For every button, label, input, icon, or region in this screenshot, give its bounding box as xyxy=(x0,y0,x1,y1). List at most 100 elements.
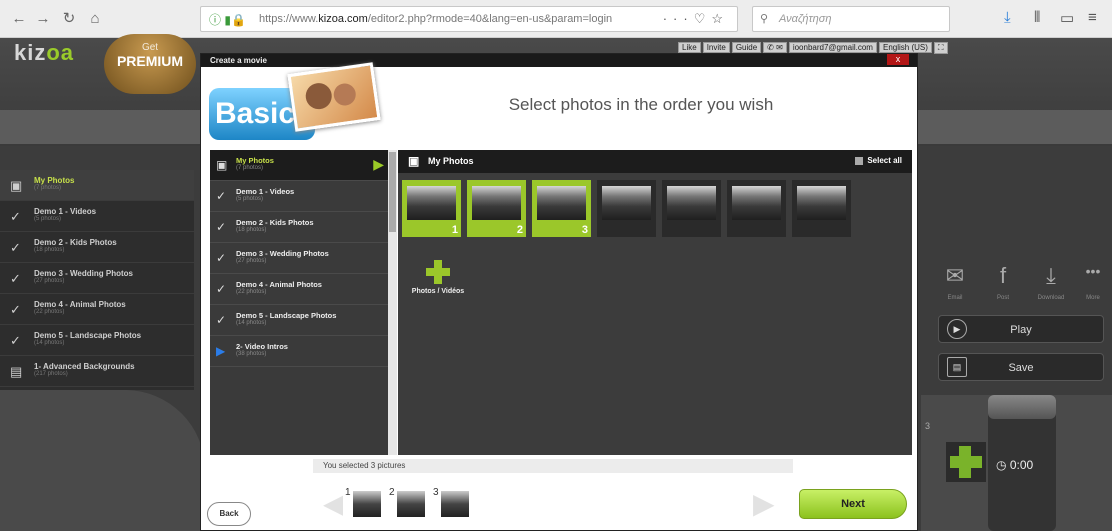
folder-title: Demo 3 - Wedding Photos xyxy=(236,249,329,258)
bg-item-title: My Photos xyxy=(34,176,75,185)
add-photos-button[interactable]: Photos / Vidéos xyxy=(398,260,478,295)
photo-thumbnail[interactable]: 1 xyxy=(402,180,461,237)
logo-text-a: kiz xyxy=(14,40,47,65)
chevron-left-icon[interactable]: ◀ xyxy=(323,489,345,519)
checkbox-icon xyxy=(855,156,864,165)
folder-item[interactable]: ✓ Demo 3 - Wedding Photos (27 photos) xyxy=(210,243,388,274)
bg-item-title: Demo 2 - Kids Photos xyxy=(34,238,117,247)
folder-count: (27 photos) xyxy=(236,258,267,264)
account-email[interactable]: ioonbard7@gmail.com xyxy=(788,42,877,53)
folder-title: Demo 1 - Videos xyxy=(236,187,295,196)
folder-count: (14 photos) xyxy=(236,320,267,326)
photo-thumbnail[interactable]: 3 xyxy=(532,180,591,237)
bg-item-count: (217 photos) xyxy=(34,371,68,377)
url-domain: kizoa.com xyxy=(318,13,368,25)
library-icon[interactable]: ⫴ xyxy=(1034,9,1040,26)
folder-item[interactable]: ✓ Demo 2 - Kids Photos (18 photos) xyxy=(210,212,388,243)
search-input[interactable]: ⚲ Αναζήτηση xyxy=(752,6,950,32)
invite-button[interactable]: Invite xyxy=(702,42,730,53)
folder-item[interactable]: ✓ Demo 4 - Animal Photos (22 photos) xyxy=(210,274,388,305)
folder-item[interactable]: ▶ 2- Video Intros (38 photos) xyxy=(210,336,388,367)
logo-text-b: oa xyxy=(46,40,75,65)
checkmark-icon: ✓ xyxy=(216,251,227,265)
back-button[interactable]: Back xyxy=(207,502,251,526)
photo-order-number: 2 xyxy=(516,224,523,236)
download-icon[interactable]: ⤓ xyxy=(1004,9,1011,26)
photo-thumbnail[interactable]: 2 xyxy=(467,180,526,237)
add-slide-button[interactable] xyxy=(946,442,986,482)
bg-sidebar-item[interactable]: ✓ Demo 1 - Videos (5 photos) xyxy=(0,201,194,232)
folder-icon: ▣ xyxy=(408,154,420,168)
duration-display: ◷ 0:00 xyxy=(996,452,1054,478)
folder-title: Demo 2 - Kids Photos xyxy=(236,218,314,227)
guide-button[interactable]: Guide xyxy=(731,42,762,53)
bg-sidebar-item[interactable]: ▤ 1- Advanced Backgrounds (217 photos) xyxy=(0,356,194,387)
chevron-right-icon[interactable]: ▶ xyxy=(753,489,775,519)
url-prefix: https://www. xyxy=(259,13,319,25)
save-button[interactable]: ▤ Save xyxy=(938,353,1104,381)
close-button[interactable]: x xyxy=(887,54,909,65)
photo-thumbnail[interactable] xyxy=(662,180,721,237)
save-label: Save xyxy=(1008,362,1034,374)
bg-item-count: (5 photos) xyxy=(34,216,62,222)
bg-item-count: (22 photos) xyxy=(34,309,65,315)
background-sidebar: ▣ My Photos (7 photos) ✓ Demo 1 - Videos (5 … xyxy=(0,170,194,390)
strip-number: 1 xyxy=(345,487,351,498)
clock-icon: ◷ xyxy=(996,458,1010,472)
folder-item-my-photos[interactable]: ▣ My Photos (7 photos) ▶ xyxy=(210,150,388,181)
search-icon: ⚲ xyxy=(760,13,769,25)
photo-thumbnail[interactable] xyxy=(727,180,786,237)
reload-icon[interactable]: ↻ xyxy=(58,8,80,30)
home-icon[interactable]: ⌂ xyxy=(84,8,106,30)
menu-icon[interactable]: ≡ xyxy=(1088,9,1097,26)
get-premium-button[interactable]: Get PREMIUM xyxy=(104,34,196,94)
photo-order-number: 3 xyxy=(581,224,588,236)
folder-title: 2- Video Intros xyxy=(236,342,288,351)
selection-status: You selected 3 pictures xyxy=(313,459,793,473)
bg-item-title: Demo 4 - Animal Photos xyxy=(34,300,126,309)
back-arrow-icon[interactable]: ← xyxy=(8,8,30,30)
bg-sidebar-item[interactable]: ✓ Demo 4 - Animal Photos (22 photos) xyxy=(0,294,194,325)
browser-toolbar: ← → ↻ ⌂ ⓘ ▮🔒 https://www.kizoa.com/edito… xyxy=(0,0,1112,38)
scrollbar-thumb[interactable] xyxy=(389,152,396,232)
pane-header: ▣ My Photos Select all xyxy=(398,150,912,173)
selected-thumbnail[interactable]: 1 xyxy=(343,487,383,518)
bg-sidebar-item-my-photos[interactable]: ▣ My Photos (7 photos) xyxy=(0,170,194,201)
play-button[interactable]: ▶ Play xyxy=(938,315,1104,343)
contact-icon[interactable]: ✆ ✉ xyxy=(763,42,787,53)
language-select[interactable]: English (US) xyxy=(878,42,932,53)
like-button[interactable]: Like xyxy=(678,42,701,53)
checkmark-icon: ✓ xyxy=(10,240,21,255)
bg-sidebar-item[interactable]: ✓ Demo 5 - Landscape Photos (14 photos) xyxy=(0,325,194,356)
bg-sidebar-item[interactable]: ✓ Demo 2 - Kids Photos (18 photos) xyxy=(0,232,194,263)
timer-value: 0:00 xyxy=(1009,458,1034,472)
selected-thumbnail[interactable]: 2 xyxy=(387,487,427,518)
folder-item[interactable]: ✓ Demo 1 - Videos (5 photos) xyxy=(210,181,388,212)
folder-title: Demo 4 - Animal Photos xyxy=(236,280,322,289)
forward-arrow-icon[interactable]: → xyxy=(32,8,54,30)
create-movie-dialog: Create a movie x Basic Select photos in … xyxy=(200,53,918,531)
folder-item[interactable]: ✓ Demo 5 - Landscape Photos (14 photos) xyxy=(210,305,388,336)
address-bar[interactable]: ⓘ ▮🔒 https://www.kizoa.com/editor2.php?r… xyxy=(200,6,738,32)
select-all-checkbox[interactable]: Select all xyxy=(855,156,902,165)
page-actions-icon[interactable]: ···♡☆ xyxy=(663,7,729,31)
sidebar-icon[interactable]: ▭ xyxy=(1060,9,1074,27)
email-label: Email xyxy=(947,295,963,301)
photo-thumbnail[interactable] xyxy=(597,180,656,237)
folder-scrollbar[interactable] xyxy=(388,150,397,455)
folder-count: (7 photos) xyxy=(236,165,264,171)
search-placeholder: Αναζήτηση xyxy=(779,13,832,25)
select-all-label: Select all xyxy=(867,156,902,165)
kizoa-logo[interactable]: kizoa xyxy=(14,40,74,66)
bg-item-title: 1- Advanced Backgrounds xyxy=(34,362,135,371)
next-button[interactable]: Next xyxy=(799,489,907,519)
photo-thumbnail[interactable] xyxy=(792,180,851,237)
bg-sidebar-item[interactable]: ✓ Demo 3 - Wedding Photos (27 photos) xyxy=(0,263,194,294)
plus-icon xyxy=(426,260,450,284)
download-label: Download xyxy=(1037,295,1065,301)
folder-count: (22 photos) xyxy=(236,289,267,295)
fullscreen-icon[interactable]: ⛶ xyxy=(933,42,948,54)
selected-thumbnail[interactable]: 3 xyxy=(431,487,471,518)
folder-title: Demo 5 - Landscape Photos xyxy=(236,311,337,320)
premium-get-label: Get xyxy=(141,42,159,53)
